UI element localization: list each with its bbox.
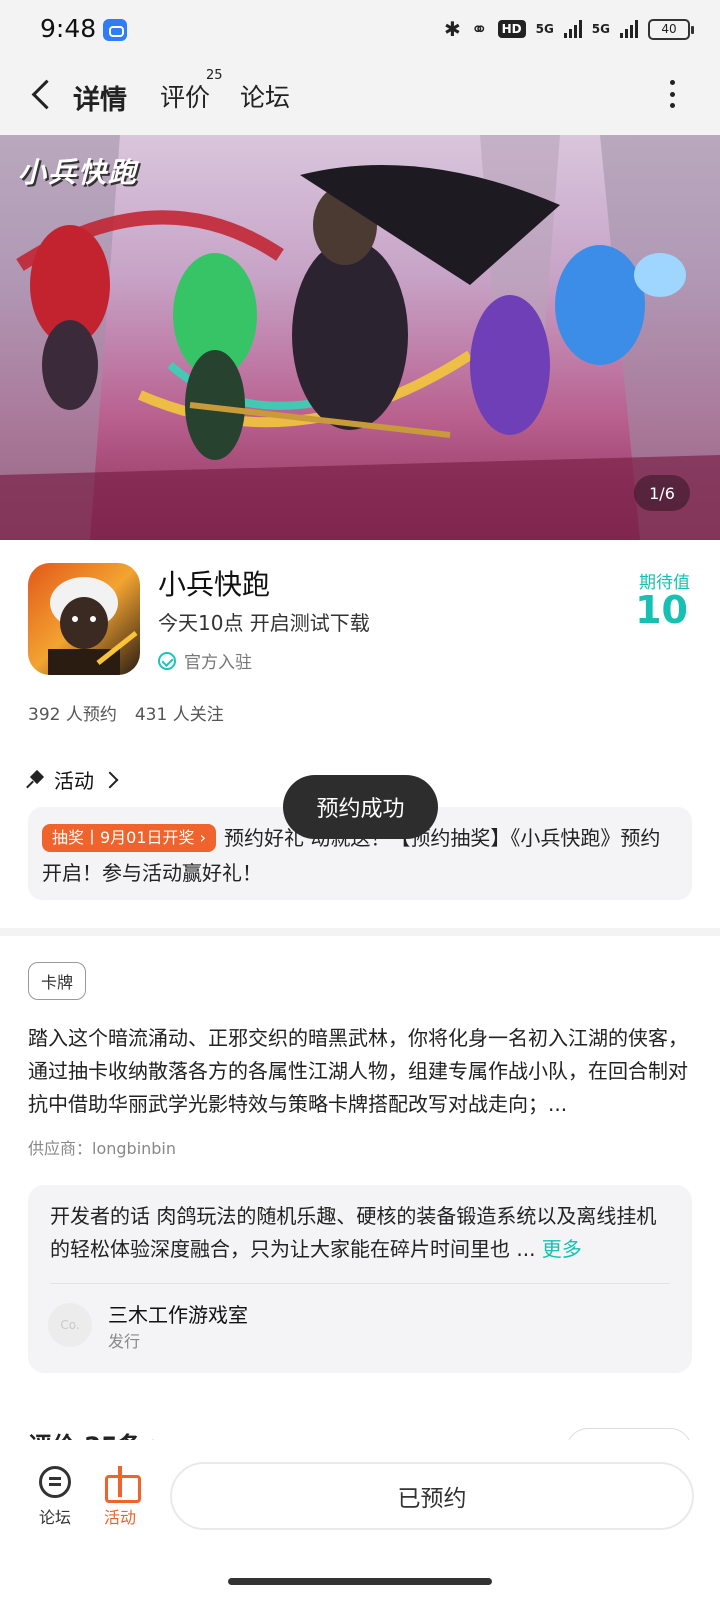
chevron-right-icon (101, 771, 119, 788)
tab-forum[interactable]: 论坛 (240, 78, 290, 114)
studio-name[interactable]: 三木工作游戏室 (108, 1299, 248, 1328)
status-icons: ✱ ⚭ HD 5G 5G 40 (444, 17, 694, 41)
activity-section-header[interactable]: 活动 (28, 765, 119, 794)
lottery-badge: 抽奖丨9月01日开奖 › (42, 824, 217, 852)
network-5g-label-2: 5G (591, 22, 610, 36)
banner-artwork (0, 135, 720, 540)
bottom-forum-label: 论坛 (38, 1508, 71, 1527)
section-divider (0, 928, 720, 936)
activity-title: 活动 (54, 769, 94, 793)
studio-role: 发行 (108, 1332, 141, 1351)
game-app-icon (28, 563, 140, 675)
reservation-success-toast: 预约成功 (283, 775, 438, 839)
follow-count: 431 人关注 (134, 705, 224, 725)
studio-avatar[interactable]: Co. (48, 1303, 92, 1347)
bluetooth-icon: ✱ (444, 17, 461, 41)
developer-divider (50, 1283, 670, 1284)
notification-app-icon (103, 19, 127, 41)
link-icon: ⚭ (470, 17, 488, 41)
banner-carousel[interactable]: 小兵快跑 1/6 (0, 135, 720, 540)
more-link[interactable]: 更多 (542, 1237, 582, 1261)
tab-details[interactable]: 详情 (70, 78, 130, 117)
developer-card: 开发者的话 肉鸽玩法的随机乐趣、硬核的装备锻造系统以及离线挂机的轻松体验深度融合… (28, 1185, 692, 1373)
status-bar: 9:48 ✱ ⚭ HD 5G 5G 40 (0, 0, 720, 60)
reservation-count: 392 人预约 (28, 705, 117, 725)
home-indicator[interactable] (228, 1578, 492, 1585)
tab-details-label: 详情 (73, 85, 127, 116)
battery-icon: 40 (648, 18, 694, 40)
supplier-info: 供应商：longbinbin (28, 1139, 177, 1158)
chat-bubble-icon (39, 1466, 71, 1498)
top-navbar: 详情 评价 25 论坛 (0, 60, 720, 135)
official-verified: 官方入驻 (158, 648, 252, 673)
bottom-activity-button[interactable]: 活动 (90, 1466, 150, 1528)
hd-badge: HD (497, 20, 526, 38)
game-release-info: 今天10点 开启测试下载 (158, 611, 370, 635)
banner-pager: 1/6 (634, 475, 690, 511)
bottom-activity-label: 活动 (103, 1508, 136, 1527)
pin-icon (28, 771, 46, 789)
expectation-score: 10 (635, 588, 688, 632)
back-icon[interactable] (28, 78, 58, 114)
gift-icon (104, 1466, 141, 1503)
developer-note[interactable]: 开发者的话 肉鸽玩法的随机乐趣、硬核的装备锻造系统以及离线挂机的轻松体验深度融合… (50, 1200, 672, 1266)
game-title: 小兵快跑 (158, 568, 271, 601)
check-circle-icon (158, 651, 176, 670)
game-description[interactable]: 踏入这个暗流涌动、正邪交织的暗黑武林，你将化身一名初入江湖的侠客，通过抽卡收纳散… (28, 1022, 694, 1121)
tab-reviews[interactable]: 评价 (160, 78, 210, 114)
banner-game-logo: 小兵快跑 (18, 156, 139, 189)
network-5g-label: 5G (535, 22, 554, 36)
review-count-badge: 25 (206, 68, 223, 83)
more-options-icon[interactable] (668, 80, 676, 108)
official-verified-label: 官方入驻 (184, 653, 252, 673)
bottom-action-bar: 论坛 活动 已预约 (0, 1440, 720, 1600)
signal-icon-2 (620, 20, 638, 38)
signal-icon (563, 20, 582, 38)
genre-tag[interactable]: 卡牌 (28, 962, 87, 1000)
bottom-forum-button[interactable]: 论坛 (25, 1466, 85, 1528)
reserved-button[interactable]: 已预约 (170, 1462, 694, 1530)
game-stats: 392 人预约 431 人关注 (28, 700, 224, 725)
lottery-badge-label: 抽奖丨9月01日开奖 (52, 828, 195, 847)
status-time: 9:48 (40, 14, 97, 43)
